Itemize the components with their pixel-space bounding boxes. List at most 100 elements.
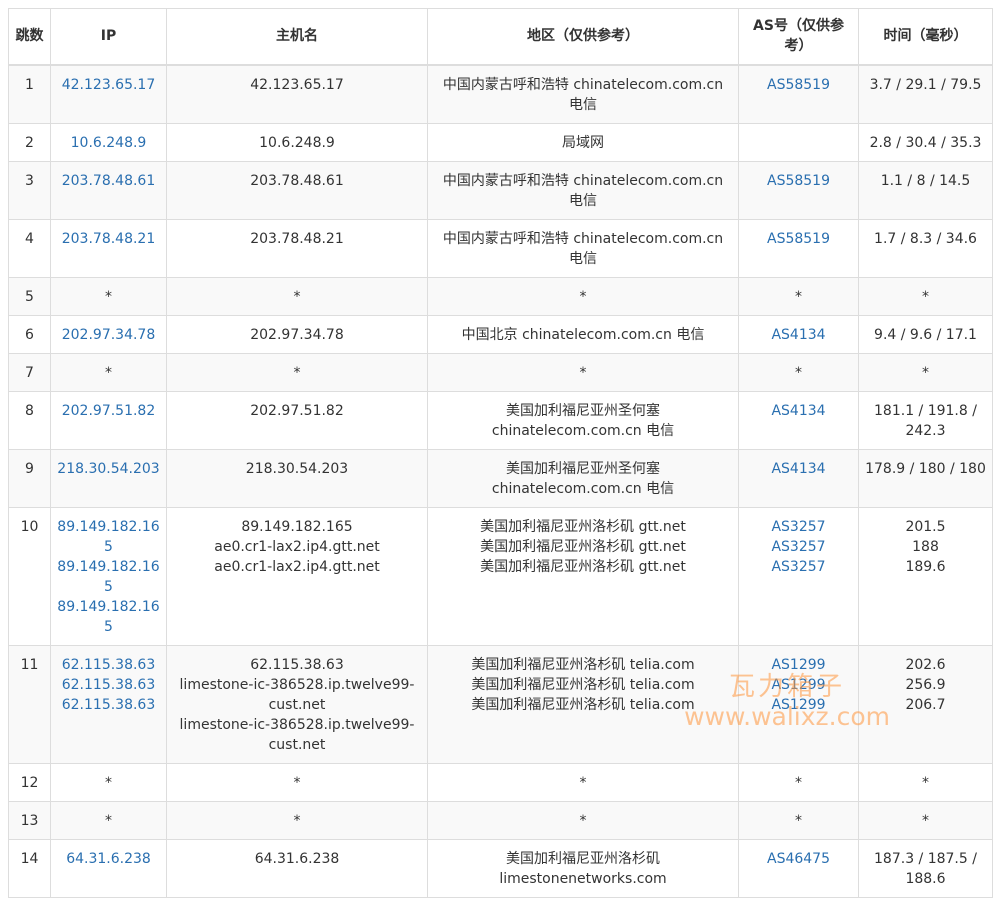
cell-ip: * xyxy=(50,800,167,840)
ip-link[interactable]: 64.31.6.238 xyxy=(57,849,160,869)
cell-time: 3.7 / 29.1 / 79.5 xyxy=(858,64,993,124)
cell-as: AS1299 AS1299 AS1299 xyxy=(738,644,859,764)
cell-region: * xyxy=(427,762,739,802)
cell-host-text: 89.149.182.165 xyxy=(241,518,353,535)
cell-time: 1.7 / 8.3 / 34.6 xyxy=(858,218,993,278)
ip-link[interactable]: 62.115.38.63 xyxy=(57,675,160,695)
cell-region-text: * xyxy=(579,812,587,829)
cell-region-text: 美国加利福尼亚州洛杉矶 limestonenetworks.com xyxy=(499,850,667,887)
as-link[interactable]: AS3257 xyxy=(745,537,852,557)
ip-link[interactable]: 89.149.182.165 xyxy=(57,517,160,557)
as-link[interactable]: AS4134 xyxy=(745,325,852,345)
cell-region: 美国加利福尼亚州洛杉矶 telia.com 美国加利福尼亚州洛杉矶 telia.c… xyxy=(427,644,739,764)
traceroute-table: 跳数 IP 主机名 地区（仅供参考） AS号（仅供参考） 时间（毫秒） 1 42.… xyxy=(8,8,993,898)
as-link[interactable]: AS58519 xyxy=(745,171,852,191)
as-link[interactable]: AS46475 xyxy=(745,849,852,869)
cell-ip-text: * xyxy=(105,364,112,381)
cell-ip-text: * xyxy=(105,288,112,305)
cell-host: 64.31.6.238 xyxy=(166,838,428,898)
cell-region-text: 中国北京 chinatelecom.com.cn 电信 xyxy=(461,326,705,343)
cell-time: * xyxy=(858,762,993,802)
cell-as: * xyxy=(738,762,859,802)
cell-hop: 13 xyxy=(8,800,51,840)
table-row: 7 * * * * * xyxy=(8,352,993,392)
cell-ip: 218.30.54.203 xyxy=(50,448,167,508)
as-link[interactable]: AS1299 xyxy=(745,655,852,675)
cell-hop: 3 xyxy=(8,160,51,220)
cell-time-text: 189.6 xyxy=(905,558,946,575)
ip-link[interactable]: 62.115.38.63 xyxy=(57,695,160,715)
as-link[interactable]: AS1299 xyxy=(745,675,852,695)
cell-ip: * xyxy=(50,352,167,392)
ip-link[interactable]: 89.149.182.165 xyxy=(57,597,160,637)
cell-hop: 9 xyxy=(8,448,51,508)
table-row: 3 203.78.48.61 203.78.48.61 中国内蒙古呼和浩特 china… xyxy=(8,160,993,220)
cell-time: 2.8 / 30.4 / 35.3 xyxy=(858,122,993,162)
ip-link[interactable]: 89.149.182.165 xyxy=(57,557,160,597)
cell-time: * xyxy=(858,276,993,316)
header-host: 主机名 xyxy=(166,8,428,66)
cell-time-text: 178.9 / 180 / 180 xyxy=(865,460,986,477)
cell-as: AS3257 AS3257 AS3257 xyxy=(738,506,859,646)
cell-time: 1.1 / 8 / 14.5 xyxy=(858,160,993,220)
as-link[interactable]: AS58519 xyxy=(745,229,852,249)
cell-host-text: 62.115.38.63 xyxy=(250,656,344,673)
cell-host-text: * xyxy=(293,288,301,305)
ip-link[interactable]: 218.30.54.203 xyxy=(57,459,160,479)
header-time: 时间（毫秒） xyxy=(858,8,993,66)
table-row: 6 202.97.34.78 202.97.34.78 中国北京 chinatelec… xyxy=(8,314,993,354)
as-link[interactable]: AS4134 xyxy=(745,401,852,421)
cell-host: 203.78.48.21 xyxy=(166,218,428,278)
cell-host-text: 10.6.248.9 xyxy=(259,134,335,151)
cell-host-text: * xyxy=(293,364,301,381)
cell-as-text: * xyxy=(795,812,802,829)
table-row: 8 202.97.51.82 202.97.51.82 美国加利福尼亚州圣何塞 chi… xyxy=(8,390,993,450)
ip-link[interactable]: 62.115.38.63 xyxy=(57,655,160,675)
cell-region: * xyxy=(427,352,739,392)
as-link[interactable]: AS1299 xyxy=(745,695,852,715)
cell-as: AS58519 xyxy=(738,64,859,124)
as-link[interactable]: AS4134 xyxy=(745,459,852,479)
ip-link[interactable]: 202.97.51.82 xyxy=(57,401,160,421)
table-row: 10 89.149.182.165 89.149.182.165 89.149.182… xyxy=(8,506,993,646)
as-link[interactable]: AS58519 xyxy=(745,75,852,95)
header-region: 地区（仅供参考） xyxy=(427,8,739,66)
ip-link[interactable]: 10.6.248.9 xyxy=(57,133,160,153)
cell-region-text: 美国加利福尼亚州洛杉矶 telia.com xyxy=(471,696,695,713)
cell-host-text: 42.123.65.17 xyxy=(250,76,344,93)
cell-host-text: ae0.cr1-lax2.ip4.gtt.net xyxy=(214,538,380,555)
cell-host: * xyxy=(166,352,428,392)
cell-as: AS46475 xyxy=(738,838,859,898)
cell-time-text: * xyxy=(922,774,929,791)
cell-hop: 11 xyxy=(8,644,51,764)
cell-ip-text: * xyxy=(105,812,112,829)
table-row: 4 203.78.48.21 203.78.48.21 中国内蒙古呼和浩特 china… xyxy=(8,218,993,278)
cell-host: 218.30.54.203 xyxy=(166,448,428,508)
cell-host: 202.97.51.82 xyxy=(166,390,428,450)
cell-as: * xyxy=(738,800,859,840)
table-row: 9 218.30.54.203 218.30.54.203 美国加利福尼亚州圣何塞 c… xyxy=(8,448,993,508)
cell-host: * xyxy=(166,762,428,802)
cell-region: 美国加利福尼亚州圣何塞 chinatelecom.com.cn 电信 xyxy=(427,448,739,508)
cell-hop: 1 xyxy=(8,64,51,124)
cell-region-text: * xyxy=(579,364,587,381)
cell-region: 美国加利福尼亚州洛杉矶 gtt.net 美国加利福尼亚州洛杉矶 gtt.net 美国… xyxy=(427,506,739,646)
cell-host: 10.6.248.9 xyxy=(166,122,428,162)
cell-region-text: * xyxy=(579,288,587,305)
cell-host-text: 203.78.48.21 xyxy=(250,230,344,247)
as-link[interactable]: AS3257 xyxy=(745,557,852,577)
table-row: 12 * * * * * xyxy=(8,762,993,802)
cell-ip: 64.31.6.238 xyxy=(50,838,167,898)
ip-link[interactable]: 203.78.48.61 xyxy=(57,171,160,191)
ip-link[interactable]: 203.78.48.21 xyxy=(57,229,160,249)
cell-as-text: * xyxy=(795,774,802,791)
cell-region-text: * xyxy=(579,774,587,791)
as-link[interactable]: AS3257 xyxy=(745,517,852,537)
cell-time: * xyxy=(858,800,993,840)
cell-ip: * xyxy=(50,762,167,802)
cell-time-text: 256.9 xyxy=(905,676,946,693)
ip-link[interactable]: 202.97.34.78 xyxy=(57,325,160,345)
cell-region: 中国内蒙古呼和浩特 chinatelecom.com.cn 电信 xyxy=(427,218,739,278)
cell-region: * xyxy=(427,800,739,840)
ip-link[interactable]: 42.123.65.17 xyxy=(57,75,160,95)
